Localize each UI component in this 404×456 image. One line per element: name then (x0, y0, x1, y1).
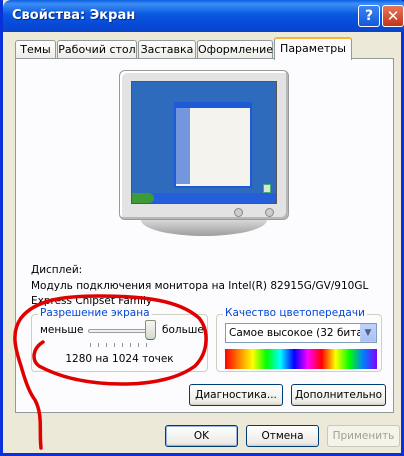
ok-button[interactable]: OK (165, 425, 238, 447)
cancel-button[interactable]: Отмена (246, 425, 319, 447)
preview-window-sidebar (176, 108, 190, 184)
color-spectrum-preview (225, 349, 377, 369)
apply-button[interactable]: Применить (327, 425, 400, 447)
start-button-icon (132, 193, 154, 203)
tab-settings[interactable]: Параметры (274, 37, 352, 60)
color-quality-dropdown[interactable]: Самое высокое (32 бита) ▼ (225, 323, 377, 343)
slider-less-label: меньше (40, 324, 84, 336)
tab-screensaver[interactable]: Заставка (138, 40, 196, 59)
monitor-preview (119, 70, 289, 238)
monitor-stand (141, 220, 267, 236)
tab-themes[interactable]: Темы (15, 40, 56, 59)
advanced-button[interactable]: Дополнительно (291, 384, 386, 406)
window-title: Свойства: Экран (12, 8, 136, 23)
display-adapter-name: Модуль подключения монитора на Intel(R) … (31, 280, 369, 307)
resolution-slider-thumb[interactable] (145, 320, 157, 340)
monitor-power-icon (265, 208, 274, 217)
tab-appearance[interactable]: Оформление (197, 40, 273, 59)
screen-resolution-group: Разрешение экрана меньше больше 1280 на … (31, 307, 208, 372)
color-quality-group: Качество цветопередачи Самое высокое (32… (216, 307, 382, 372)
diagnostics-button[interactable]: Диагностика... (189, 384, 283, 406)
slider-more-label: больше (162, 324, 204, 336)
chevron-down-icon[interactable]: ▼ (360, 324, 376, 342)
display-label: Дисплей: (31, 264, 83, 276)
display-properties-window: Свойства: Экран ? ✕ Темы Рабочий стол За… (0, 0, 404, 456)
color-quality-selected: Самое высокое (32 бита) (229, 327, 367, 339)
resolution-value: 1280 на 1024 точек (65, 353, 174, 365)
monitor-bezel (119, 70, 289, 220)
recycle-bin-icon (263, 184, 271, 193)
monitor-led-icon (234, 208, 243, 217)
title-bar[interactable]: Свойства: Экран ? ✕ (3, 0, 404, 32)
desktop-preview-screen (131, 81, 277, 204)
screen-resolution-title: Разрешение экрана (38, 307, 152, 319)
close-button[interactable]: ✕ (382, 5, 404, 27)
color-quality-title: Качество цветопередачи (223, 307, 367, 319)
help-button[interactable]: ? (358, 5, 380, 27)
preview-taskbar (132, 193, 276, 203)
tab-desktop[interactable]: Рабочий стол (57, 40, 137, 59)
slider-ticks (90, 343, 154, 347)
